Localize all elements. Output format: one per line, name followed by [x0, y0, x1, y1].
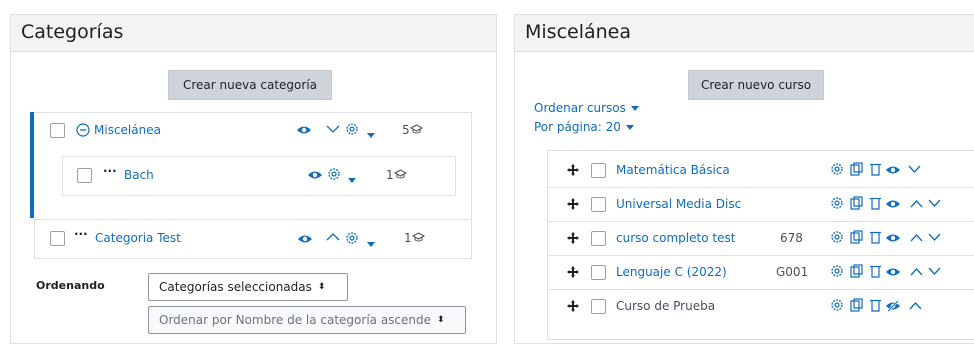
sort-select-value: Ordenar por Nombre de la categoría ascen…: [159, 313, 432, 327]
move-down-icon[interactable]: [928, 267, 941, 276]
course-checkbox[interactable]: [591, 265, 606, 280]
course-idnumber: 678: [780, 231, 803, 245]
category-link[interactable]: Miscelánea: [94, 123, 161, 137]
dropdown-caret-icon: [625, 125, 634, 130]
course-link[interactable]: Matemática Básica: [616, 163, 730, 177]
course-link[interactable]: Lenguaje C (2022): [616, 265, 727, 279]
copy-icon[interactable]: [850, 230, 863, 244]
categories-title: Categorías: [21, 21, 124, 43]
courses-title: Miscelánea: [525, 21, 632, 43]
eye-slash-icon[interactable]: [885, 300, 901, 312]
course-link[interactable]: curso completo test: [616, 231, 735, 245]
move-up-icon[interactable]: [910, 199, 923, 208]
course-link[interactable]: Universal Media Disc: [616, 197, 741, 211]
category-link[interactable]: Categoria Test: [95, 231, 181, 245]
move-up-icon[interactable]: [910, 233, 923, 242]
copy-icon[interactable]: [850, 162, 863, 176]
gear-icon[interactable]: [830, 264, 844, 278]
move-up-icon[interactable]: [909, 301, 922, 310]
selection-select-value: Categorías seleccionadas: [159, 280, 312, 294]
gear-icon[interactable]: [345, 231, 359, 245]
sorting-label: Ordenando: [36, 279, 105, 292]
course-checkbox[interactable]: [591, 231, 606, 246]
collapse-icon[interactable]: [76, 123, 90, 137]
graduation-cap-icon: [410, 124, 423, 134]
course-count: 1: [404, 231, 412, 245]
more-icon: ···: [74, 227, 88, 241]
dropdown-caret-icon[interactable]: [362, 125, 375, 144]
delete-icon[interactable]: [870, 230, 881, 244]
gear-icon[interactable]: [327, 167, 341, 181]
course-checkbox[interactable]: [591, 197, 606, 212]
category-checkbox[interactable]: [50, 123, 65, 138]
course-idnumber: G001: [776, 265, 809, 279]
dropdown-caret-icon[interactable]: [362, 234, 375, 253]
courses-panel-header: Miscelánea: [515, 15, 974, 52]
dropdown-caret-icon[interactable]: [343, 170, 356, 189]
category-link[interactable]: Bach: [124, 168, 154, 182]
per-page-label: Por página: 20: [534, 120, 621, 134]
move-handle-icon[interactable]: [567, 266, 579, 278]
course-link[interactable]: Curso de Prueba: [616, 299, 715, 313]
category-checkbox[interactable]: [50, 231, 65, 246]
move-up-icon[interactable]: [326, 232, 340, 242]
selection-select[interactable]: Categorías seleccionadas ⬍: [148, 273, 348, 301]
dropdown-caret-icon: [630, 106, 639, 111]
move-down-icon[interactable]: [928, 233, 941, 242]
move-down-icon[interactable]: [908, 165, 921, 174]
move-handle-icon[interactable]: [567, 198, 579, 210]
eye-icon[interactable]: [297, 233, 313, 245]
move-down-icon[interactable]: [326, 124, 340, 134]
delete-icon[interactable]: [870, 196, 881, 210]
gear-icon[interactable]: [345, 122, 359, 136]
select-arrows-icon: ⬍: [437, 315, 445, 325]
category-checkbox[interactable]: [77, 168, 92, 183]
move-handle-icon[interactable]: [567, 300, 579, 312]
course-checkbox[interactable]: [591, 299, 606, 314]
course-count: 5: [402, 123, 410, 137]
eye-icon[interactable]: [296, 124, 312, 136]
more-icon: ···: [103, 164, 117, 178]
gear-icon[interactable]: [830, 162, 844, 176]
course-count: 1: [386, 168, 394, 182]
per-page-menu[interactable]: Por página: 20: [534, 120, 634, 134]
delete-icon[interactable]: [870, 264, 881, 278]
sort-select[interactable]: Ordenar por Nombre de la categoría ascen…: [148, 306, 466, 334]
create-category-button[interactable]: Crear nueva categoría: [168, 70, 332, 100]
copy-icon[interactable]: [850, 298, 863, 312]
delete-icon[interactable]: [870, 162, 881, 176]
move-up-icon[interactable]: [910, 267, 923, 276]
eye-icon[interactable]: [885, 232, 901, 244]
graduation-cap-icon: [394, 169, 407, 179]
graduation-cap-icon: [412, 232, 425, 242]
move-handle-icon[interactable]: [567, 164, 579, 176]
delete-icon[interactable]: [870, 298, 881, 312]
move-down-icon[interactable]: [928, 199, 941, 208]
copy-icon[interactable]: [850, 196, 863, 210]
sort-courses-menu[interactable]: Ordenar cursos: [534, 101, 639, 115]
create-course-button[interactable]: Crear nuevo curso: [688, 70, 824, 100]
categories-panel-header: Categorías: [11, 15, 496, 52]
gear-icon[interactable]: [830, 298, 844, 312]
sort-courses-label: Ordenar cursos: [534, 101, 626, 115]
gear-icon[interactable]: [830, 196, 844, 210]
eye-icon[interactable]: [885, 266, 901, 278]
copy-icon[interactable]: [850, 264, 863, 278]
course-checkbox[interactable]: [591, 163, 606, 178]
move-handle-icon[interactable]: [567, 232, 579, 244]
eye-icon[interactable]: [307, 169, 323, 181]
eye-icon[interactable]: [885, 198, 901, 210]
gear-icon[interactable]: [830, 230, 844, 244]
eye-icon[interactable]: [885, 164, 901, 176]
select-arrows-icon: ⬍: [317, 282, 326, 292]
